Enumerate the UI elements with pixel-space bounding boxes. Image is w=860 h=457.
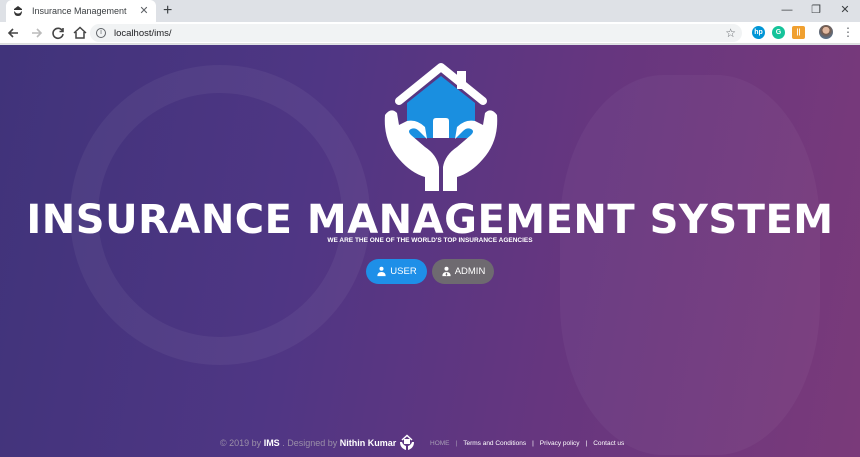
restore-button[interactable]: ❐ [802,2,830,18]
footer: © 2019 by IMS . Designed by Nithin Kumar… [0,434,860,451]
site-favicon-icon [14,6,22,16]
browser-tab[interactable]: Insurance Management ✕ [6,0,156,22]
background-figure-shape [560,75,820,455]
browser-toolbar: i localhost/ims/ ☆ [0,22,860,44]
footer-copyright: © 2019 by IMS . Designed by Nithin Kumar [220,438,396,448]
tab-title: Insurance Management [32,6,127,16]
copyright-prefix: © 2019 by [220,438,262,448]
footer-logo-icon [400,434,414,450]
footer-separator: | [532,440,534,447]
forward-icon[interactable] [26,23,46,43]
footer-link-contact[interactable]: Contact us [593,440,624,447]
close-tab-icon[interactable]: ✕ [138,5,150,17]
tab-strip: Insurance Management ✕ + — ❐ ✕ [0,0,860,22]
user-button[interactable]: USER [366,259,427,284]
home-icon[interactable] [70,23,90,43]
minimize-button[interactable]: — [773,2,801,18]
user-button-label: USER [390,266,417,277]
admin-button[interactable]: ADMIN [432,259,494,284]
footer-brand: IMS [263,438,280,448]
hp-icon[interactable]: hp [752,26,765,39]
footer-separator: | [585,440,588,447]
footer-designer: Nithin Kumar [339,438,397,448]
new-tab-button[interactable]: + [163,2,172,20]
designed-by-text: . Designed by [282,438,338,448]
address-bar[interactable]: i localhost/ims/ ☆ [90,24,742,42]
url-text: localhost/ims/ [114,27,172,39]
footer-link-privacy[interactable]: Privacy policy [540,440,580,447]
menu-icon[interactable]: ⋮ [842,24,854,40]
extension-icon[interactable]: || [792,26,805,39]
grammarly-icon[interactable]: G [772,26,785,39]
page-viewport: INSURANCE MANAGEMENT SYSTEM WE ARE THE O… [0,45,860,457]
admin-icon [442,266,451,277]
site-info-icon[interactable]: i [96,28,106,38]
page-subtitle: WE ARE THE ONE OF THE WORLD'S TOP INSURA… [327,237,533,244]
admin-button-label: ADMIN [454,266,486,277]
house-in-hands-logo-icon [384,63,498,191]
user-icon [377,266,386,277]
bookmark-star-icon[interactable]: ☆ [725,26,736,40]
footer-link-home[interactable]: HOME [430,440,450,447]
back-icon[interactable] [4,23,24,43]
profile-avatar[interactable] [819,25,833,39]
reload-icon[interactable] [48,23,68,43]
footer-separator: | [455,440,458,447]
footer-links: HOME | Terms and Conditions | Privacy po… [430,440,624,447]
close-window-button[interactable]: ✕ [831,2,859,18]
footer-link-terms[interactable]: Terms and Conditions [463,440,526,447]
